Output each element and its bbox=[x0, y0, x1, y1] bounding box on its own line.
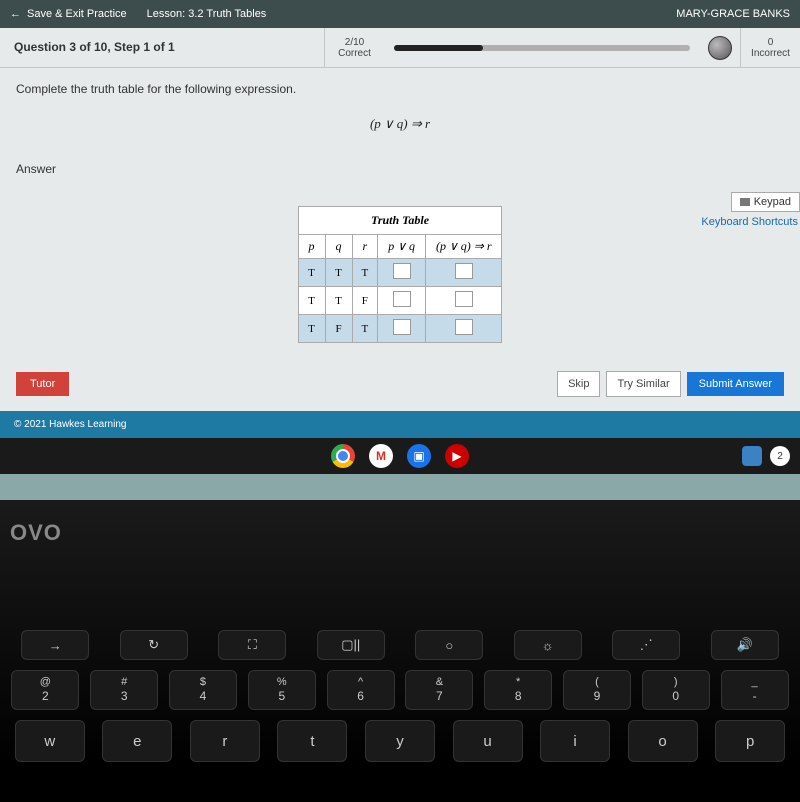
tutor-button[interactable]: Tutor bbox=[16, 372, 69, 396]
keyboard-key: ▢|| bbox=[317, 630, 385, 660]
keyboard-key: _- bbox=[721, 670, 789, 710]
cell: F bbox=[352, 287, 378, 315]
col-q: q bbox=[325, 235, 352, 259]
keyboard-key: )0 bbox=[642, 670, 710, 710]
answer-input[interactable] bbox=[393, 291, 411, 307]
chrome-icon[interactable] bbox=[331, 444, 355, 468]
col-result: (p ∨ q) ⇒ r bbox=[425, 235, 502, 259]
gmail-icon[interactable]: M bbox=[369, 444, 393, 468]
table-row: T T T bbox=[298, 259, 502, 287]
answer-input[interactable] bbox=[455, 319, 473, 335]
correct-number: 2/10 bbox=[345, 37, 364, 48]
col-r: r bbox=[352, 235, 378, 259]
question-header: Question 3 of 10, Step 1 of 1 2/10 Corre… bbox=[0, 28, 800, 68]
keyboard-key: %5 bbox=[248, 670, 316, 710]
table-row: T T F bbox=[298, 287, 502, 315]
keyboard-shortcuts-link[interactable]: Keyboard Shortcuts bbox=[701, 216, 800, 228]
cell: F bbox=[325, 315, 352, 343]
keyboard-row-letters: wertyuiop bbox=[0, 720, 800, 762]
keyboard-key: r bbox=[190, 720, 260, 762]
tray-badge[interactable]: 2 bbox=[770, 446, 790, 466]
answer-input[interactable] bbox=[393, 263, 411, 279]
laptop-body: OVO → ↻ ⛶ ▢|| ○ ☼ ⋰ 🔊 @2 #3 $4 %5 ^6&7 *8 (9 )0 _- wert… bbox=[0, 500, 800, 766]
keypad-label: Keypad bbox=[754, 196, 791, 208]
incorrect-number: 0 bbox=[768, 37, 774, 48]
os-taskbar: M ▣ ▶ 2 bbox=[0, 438, 800, 474]
keyboard-key: o bbox=[628, 720, 698, 762]
answer-label: Answer bbox=[0, 152, 800, 186]
submit-answer-button[interactable]: Submit Answer bbox=[687, 372, 784, 396]
keyboard-key: ^6 bbox=[327, 670, 395, 710]
button-row: Tutor Skip Try Similar Submit Answer bbox=[0, 361, 800, 411]
globe-icon[interactable] bbox=[700, 28, 740, 67]
cell: T bbox=[298, 259, 325, 287]
laptop-brand: OVO bbox=[10, 520, 62, 546]
keyboard-row-numbers: @2 #3 $4 %5 ^6&7 *8 (9 )0 _- bbox=[0, 670, 800, 710]
back-arrow-icon[interactable]: ← bbox=[10, 8, 21, 20]
copyright-footer: © 2021 Hawkes Learning bbox=[0, 411, 800, 438]
keypad-button[interactable]: Keypad bbox=[731, 192, 800, 212]
keyboard-row-function: → ↻ ⛶ ▢|| ○ ☼ ⋰ 🔊 bbox=[0, 630, 800, 660]
col-p: p bbox=[298, 235, 325, 259]
cell: T bbox=[298, 287, 325, 315]
keyboard-key: i bbox=[540, 720, 610, 762]
keyboard-key: *8 bbox=[484, 670, 552, 710]
answer-input[interactable] bbox=[455, 291, 473, 307]
docs-icon[interactable]: ▣ bbox=[407, 444, 431, 468]
keyboard-key: e bbox=[102, 720, 172, 762]
question-title: Question 3 of 10, Step 1 of 1 bbox=[0, 28, 324, 67]
cell: T bbox=[352, 315, 378, 343]
cell: T bbox=[352, 259, 378, 287]
keypad-icon bbox=[740, 198, 750, 206]
keyboard-key: @2 bbox=[11, 670, 79, 710]
incorrect-count: 0 Incorrect bbox=[740, 28, 800, 67]
cell: T bbox=[325, 287, 352, 315]
keyboard-key: ○ bbox=[415, 630, 483, 660]
correct-count: 2/10 Correct bbox=[324, 28, 384, 67]
keyboard-key: w bbox=[15, 720, 85, 762]
cell: T bbox=[298, 315, 325, 343]
keyboard-key: ☼ bbox=[514, 630, 582, 660]
keyboard-key: y bbox=[365, 720, 435, 762]
cell: T bbox=[325, 259, 352, 287]
table-row: T F T bbox=[298, 315, 502, 343]
keyboard-key: (9 bbox=[563, 670, 631, 710]
table-title: Truth Table bbox=[298, 207, 502, 235]
keyboard-key: 🔊 bbox=[711, 630, 779, 660]
skip-button[interactable]: Skip bbox=[557, 371, 600, 397]
keyboard-key: p bbox=[715, 720, 785, 762]
answer-input[interactable] bbox=[393, 319, 411, 335]
tools-panel: Keypad Keyboard Shortcuts bbox=[701, 192, 800, 228]
instruction-text: Complete the truth table for the followi… bbox=[0, 68, 800, 116]
progress-bar bbox=[384, 28, 700, 67]
keyboard-key: → bbox=[21, 630, 89, 660]
tray-icon[interactable] bbox=[742, 446, 762, 466]
lesson-title: Lesson: 3.2 Truth Tables bbox=[147, 8, 267, 20]
expression-text: (p ∨ q) ⇒ r bbox=[0, 116, 800, 152]
keyboard-key: ⋰ bbox=[612, 630, 680, 660]
col-pvq: p ∨ q bbox=[378, 235, 426, 259]
user-name[interactable]: MARY-GRACE BANKS bbox=[676, 8, 790, 20]
keyboard-key: $4 bbox=[169, 670, 237, 710]
keyboard-key: &7 bbox=[405, 670, 473, 710]
keyboard-key: ↻ bbox=[120, 630, 188, 660]
incorrect-label: Incorrect bbox=[751, 48, 790, 59]
top-bar: ← Save & Exit Practice Lesson: 3.2 Truth… bbox=[0, 0, 800, 28]
correct-label: Correct bbox=[338, 48, 371, 59]
keyboard-key: u bbox=[453, 720, 523, 762]
keyboard-key: ⛶ bbox=[218, 630, 286, 660]
table-header-row: p q r p ∨ q (p ∨ q) ⇒ r bbox=[298, 235, 502, 259]
save-exit-link[interactable]: Save & Exit Practice bbox=[27, 8, 127, 20]
keyboard-key: #3 bbox=[90, 670, 158, 710]
truth-table: Truth Table p q r p ∨ q (p ∨ q) ⇒ r T T … bbox=[298, 206, 503, 343]
answer-input[interactable] bbox=[455, 263, 473, 279]
keyboard-key: t bbox=[277, 720, 347, 762]
youtube-icon[interactable]: ▶ bbox=[445, 444, 469, 468]
try-similar-button[interactable]: Try Similar bbox=[606, 371, 680, 397]
